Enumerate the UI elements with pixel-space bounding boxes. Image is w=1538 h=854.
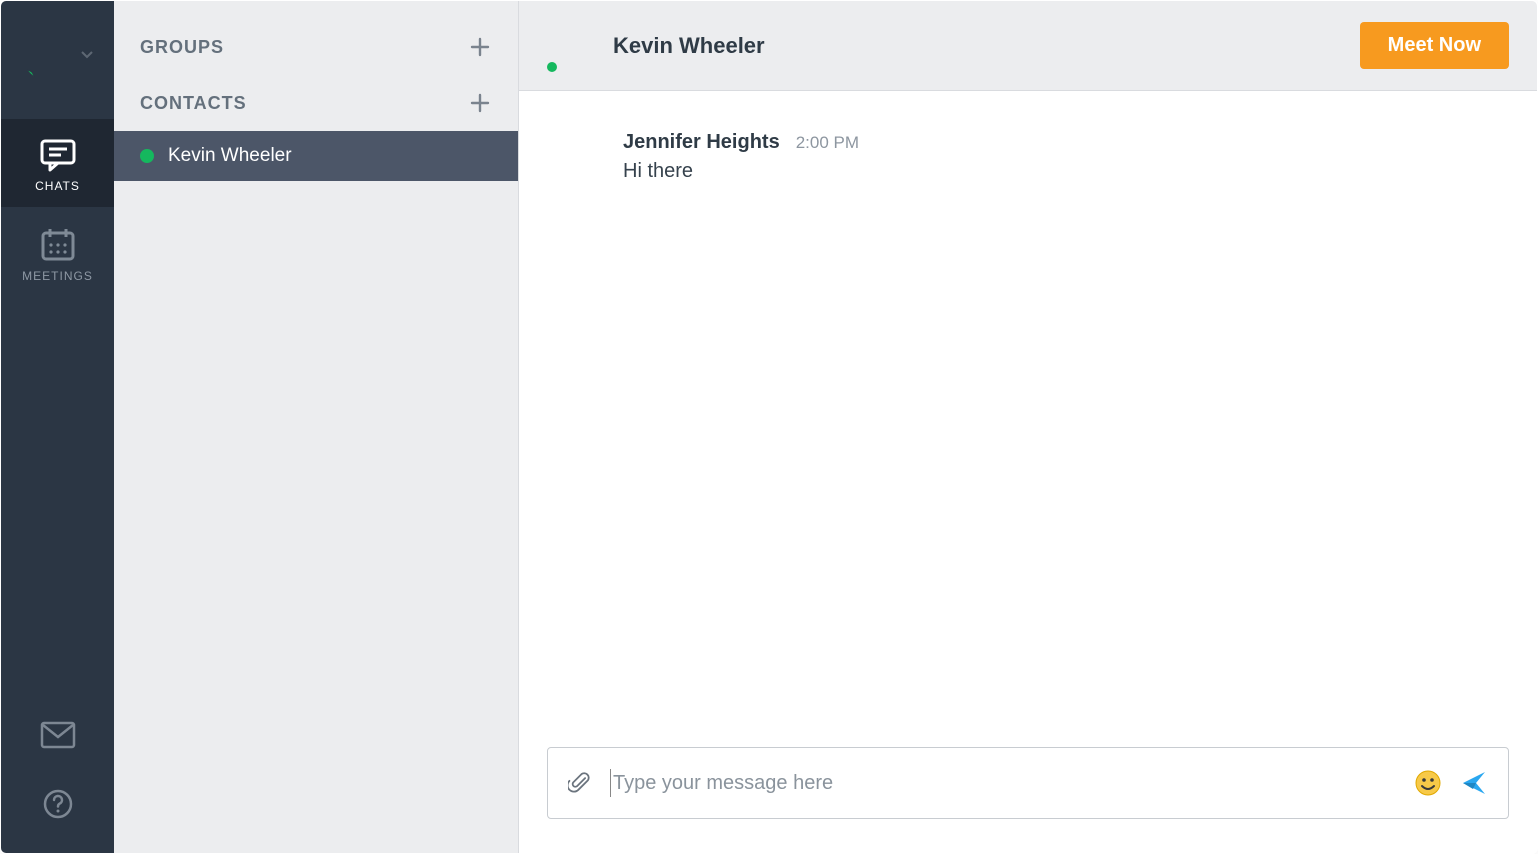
nav-chats-label: CHATS: [1, 179, 114, 193]
groups-header-label: GROUPS: [140, 37, 224, 58]
meet-now-button[interactable]: Meet Now: [1360, 22, 1509, 69]
contact-row[interactable]: Kevin Wheeler: [114, 131, 518, 181]
message-list: Jennifer Heights 2:00 PM Hi there: [519, 91, 1537, 747]
calendar-icon: [38, 225, 78, 263]
chevron-down-icon: [81, 48, 93, 62]
avatar: [553, 131, 605, 183]
send-button[interactable]: [1460, 769, 1488, 797]
message-text: Hi there: [623, 160, 859, 183]
emoji-button[interactable]: [1414, 769, 1442, 797]
help-icon: [42, 788, 74, 820]
presence-indicator: [545, 60, 559, 74]
chat-icon: [38, 137, 78, 173]
contacts-section-header: CONTACTS: [114, 75, 518, 131]
attach-button[interactable]: [568, 770, 592, 796]
message-composer: [547, 747, 1509, 819]
send-icon: [1460, 769, 1488, 797]
chat-list-panel: GROUPS CONTACTS Kevin Wheeler: [114, 1, 519, 853]
chat-header: Kevin Wheeler Meet Now: [519, 1, 1537, 91]
chat-title: Kevin Wheeler: [613, 33, 765, 59]
plus-icon: [470, 93, 490, 113]
nav-meetings-label: MEETINGS: [1, 269, 114, 283]
plus-icon: [470, 37, 490, 57]
emoji-icon: [1414, 769, 1442, 797]
app-root: CHATS MEETINGS: [0, 0, 1538, 854]
contact-name: Kevin Wheeler: [168, 145, 292, 167]
add-contact-button[interactable]: [466, 89, 494, 117]
chat-main: Kevin Wheeler Meet Now Jennifer Heights …: [519, 1, 1537, 853]
message-row: Jennifer Heights 2:00 PM Hi there: [553, 131, 1503, 183]
presence-indicator: [140, 149, 154, 163]
groups-section-header: GROUPS: [114, 19, 518, 75]
nav-rail: CHATS MEETINGS: [1, 1, 114, 853]
presence-indicator: [23, 69, 35, 81]
contacts-header-label: CONTACTS: [140, 93, 247, 114]
nav-chats[interactable]: CHATS: [1, 119, 114, 207]
avatar: [23, 29, 75, 81]
message-sender: Jennifer Heights: [623, 131, 780, 154]
message-time: 2:00 PM: [796, 133, 859, 153]
mail-icon: [40, 721, 76, 749]
nav-meetings[interactable]: MEETINGS: [1, 207, 114, 297]
mail-button[interactable]: [40, 721, 76, 754]
paperclip-icon: [568, 770, 592, 796]
add-group-button[interactable]: [466, 33, 494, 61]
profile-menu[interactable]: [23, 29, 93, 81]
message-input[interactable]: [610, 769, 1396, 797]
help-button[interactable]: [42, 788, 74, 825]
